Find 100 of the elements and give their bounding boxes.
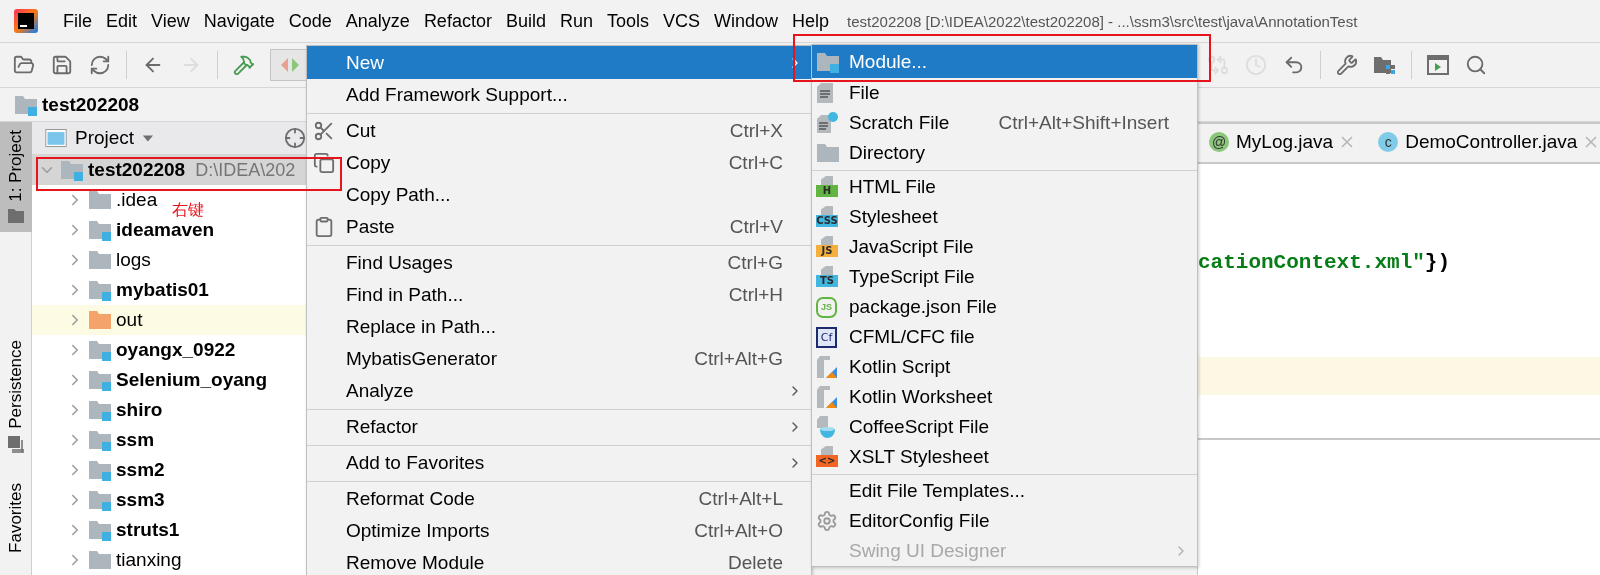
refresh-icon[interactable] [89, 54, 111, 76]
menu-title[interactable]: Navigate [203, 10, 275, 32]
menu-item[interactable]: Cf CFML/CFC file [812, 322, 1197, 352]
module-folder-icon [88, 339, 112, 361]
module-folder-icon [88, 519, 112, 541]
menu-title[interactable]: View [151, 10, 190, 32]
nodejs-icon: JS [816, 296, 837, 318]
menu-item[interactable]: Refactor [307, 411, 811, 443]
module-folder-icon [60, 159, 84, 181]
path-hint: D:\IDEA\202 [195, 159, 296, 181]
search-icon[interactable] [1465, 54, 1487, 76]
menu-item[interactable]: Paste Ctrl+V [307, 211, 811, 243]
tool-window-tab[interactable]: Persistence [0, 331, 32, 461]
menu-item[interactable]: Edit File Templates... [812, 476, 1197, 506]
menu-title[interactable]: Edit [106, 10, 138, 32]
tree-item[interactable]: .idea [32, 185, 158, 215]
hammer-icon[interactable] [233, 54, 255, 76]
folder-icon [6, 207, 25, 224]
dropdown-caret-icon[interactable] [142, 133, 154, 143]
menu-item[interactable]: JS package.json File [812, 292, 1197, 322]
menu-item[interactable]: TS TypeScript File [812, 262, 1197, 292]
tree-item[interactable]: logs [32, 245, 151, 275]
menu-item[interactable]: New [307, 46, 811, 79]
open-folder-icon[interactable] [13, 54, 35, 76]
menu-item[interactable]: Add Framework Support... [307, 79, 811, 111]
menu-item[interactable]: Scratch File Ctrl+Alt+Shift+Insert [812, 108, 1197, 138]
shortcut-text: Ctrl+Alt+G [694, 348, 783, 370]
tree-item[interactable]: ssm2 [32, 455, 165, 485]
tool-window-tab[interactable]: Favorites [0, 474, 32, 561]
menu-item[interactable]: File [812, 78, 1197, 108]
save-icon[interactable] [51, 54, 73, 76]
menu-item[interactable]: Copy Path... [307, 179, 811, 211]
menu-title[interactable]: Code [288, 10, 332, 32]
menu-title[interactable]: Refactor [423, 10, 492, 32]
locate-icon[interactable] [284, 125, 306, 151]
menu-item[interactable]: <> XSLT Stylesheet [812, 442, 1197, 472]
shortcut-text: Ctrl+Alt+O [694, 520, 783, 542]
file-icon [816, 82, 834, 104]
menu-title[interactable]: Run [559, 10, 593, 32]
module-folder-icon [88, 459, 112, 481]
close-icon[interactable] [1340, 134, 1355, 149]
menu-item[interactable]: Module... [812, 45, 1197, 78]
panel-title[interactable]: Project [75, 127, 135, 149]
code-line: cationContext.xml"}) [1198, 249, 1452, 276]
menu-item[interactable]: EditorConfig File [812, 506, 1197, 536]
menu-item[interactable]: Replace in Path... [307, 311, 811, 343]
menu-item[interactable]: Find in Path... Ctrl+H [307, 279, 811, 311]
close-icon[interactable] [1584, 134, 1599, 149]
stack-icon [6, 434, 25, 453]
folder-grid-icon[interactable] [1373, 54, 1397, 76]
menu-title[interactable]: Tools [606, 10, 649, 32]
menu-item[interactable]: CoffeeScript File [812, 412, 1197, 442]
gear-icon [816, 510, 838, 532]
module-folder-icon [88, 399, 112, 421]
editor-tab[interactable]: c DemoController.java [1378, 124, 1599, 162]
menu-item[interactable]: Directory [812, 138, 1197, 168]
menu-item[interactable]: Kotlin Worksheet [812, 382, 1197, 412]
menu-item[interactable]: Add to Favorites [307, 447, 811, 479]
menu-item[interactable]: Optimize Imports Ctrl+Alt+O [307, 515, 811, 547]
tree-item[interactable]: oyangx_0922 [32, 335, 236, 365]
menu-item[interactable]: MybatisGenerator Ctrl+Alt+G [307, 343, 811, 375]
menu-title[interactable]: Help [792, 10, 830, 32]
menu-item[interactable]: Cut Ctrl+X [307, 115, 811, 147]
menu-item[interactable]: Kotlin Script [812, 352, 1197, 382]
tree-item[interactable]: Selenium_oyang [32, 365, 267, 395]
tree-item[interactable]: mybatis01 [32, 275, 209, 305]
tree-item[interactable]: shiro [32, 395, 163, 425]
breadcrumb[interactable]: test202208 [42, 93, 140, 116]
run-window-icon[interactable] [1427, 55, 1449, 75]
menu-title[interactable]: Build [505, 10, 546, 32]
tree-item[interactable]: test202208 D:\IDEA\202 [32, 155, 306, 185]
menu-title[interactable]: File [63, 10, 92, 32]
diamond-arrows-icon [279, 55, 301, 75]
menu-item[interactable]: H HTML File [812, 172, 1197, 202]
window-icon [45, 127, 67, 149]
undo-icon[interactable] [1283, 54, 1305, 76]
scratch-file-icon [816, 112, 838, 134]
file-type-icon: c [1378, 131, 1399, 152]
menu-item[interactable]: Reformat Code Ctrl+Alt+L [307, 483, 811, 515]
menu-title[interactable]: Analyze [345, 10, 410, 32]
tree-item[interactable]: ssm3 [32, 485, 165, 515]
menu-item[interactable]: Analyze [307, 375, 811, 407]
menu-item[interactable]: Find Usages Ctrl+G [307, 247, 811, 279]
folder-icon [816, 142, 840, 164]
tool-window-tab[interactable]: 1: Project [0, 122, 32, 232]
cfml-icon: Cf [816, 326, 837, 348]
menu-item[interactable]: Remove Module Delete [307, 547, 811, 575]
module-folder-icon [88, 429, 112, 451]
menu-item[interactable]: JS JavaScript File [812, 232, 1197, 262]
editor-tab[interactable]: @ MyLog.java [1209, 124, 1355, 162]
menu-item[interactable]: CSS Stylesheet [812, 202, 1197, 232]
wrench-icon[interactable] [1336, 54, 1358, 76]
menu-item[interactable]: Copy Ctrl+C [307, 147, 811, 179]
tree-item[interactable]: out [32, 305, 306, 335]
menu-title[interactable]: VCS [663, 10, 700, 32]
menu-title[interactable]: Window [714, 10, 779, 32]
folder-icon [88, 549, 112, 571]
tree-item[interactable]: tianxing [32, 545, 182, 575]
tree-item[interactable]: ssm [32, 425, 155, 455]
tree-item[interactable]: struts1 [32, 515, 180, 545]
